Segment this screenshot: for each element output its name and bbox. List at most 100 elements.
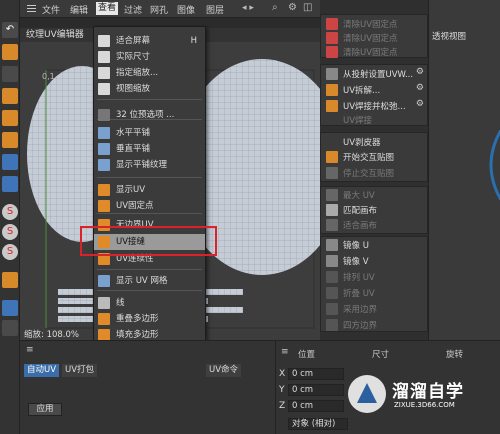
gear-icon[interactable]: ⚙	[416, 67, 424, 77]
search-icon[interactable]: ⌕	[272, 2, 278, 13]
watermark-logo-icon	[348, 375, 386, 413]
actual-size-icon	[98, 51, 110, 63]
stack-icon[interactable]	[2, 320, 18, 336]
panel-menu-icon[interactable]: ≡	[281, 347, 289, 357]
gear-icon[interactable]: ⚙	[288, 2, 297, 13]
maximize-icon[interactable]: ◫	[303, 2, 312, 13]
position-z-field[interactable]: 0 cm	[288, 400, 344, 412]
menu-mesh[interactable]: 网孔	[150, 3, 168, 16]
apply-button[interactable]: 应用	[28, 403, 62, 416]
object-preview	[489, 130, 500, 200]
checker-icon[interactable]	[2, 66, 18, 82]
zoom-level: 缩放: 108.0%	[24, 330, 79, 340]
uv-unwrap-button[interactable]: UV拆解...	[343, 84, 380, 96]
show-tiled-texture-icon	[98, 159, 110, 171]
bit-depth-icon	[98, 109, 110, 121]
tab-auto-uv[interactable]: 自动UV	[24, 364, 60, 377]
position-x-field[interactable]: 0 cm	[288, 368, 344, 380]
menu-item[interactable]: 垂直平铺	[94, 141, 205, 157]
menu-item-label: 视图缩放	[116, 84, 151, 94]
menu-item[interactable]: UV固定点	[94, 198, 205, 214]
interactive-map-icon	[326, 151, 338, 163]
menu-item-label: 指定缩放...	[116, 68, 159, 78]
stop-interactive-map-button[interactable]: 停止交互贴图	[343, 167, 394, 179]
hamburger-menu-icon[interactable]	[27, 5, 36, 12]
uv-points-icon[interactable]	[2, 154, 18, 170]
menu-view[interactable]: 查看	[96, 2, 119, 15]
show-uv-icon	[98, 184, 110, 196]
cube-faces-icon[interactable]	[2, 132, 18, 148]
coordinate-mode-select[interactable]: 对象 (相对)	[288, 418, 348, 430]
tile-horizontal-icon	[98, 127, 110, 139]
clear-pin-button[interactable]: 清除UV固定点	[343, 32, 398, 44]
set-uvw-from-projection-button[interactable]: 从投射设置UVW...	[343, 68, 413, 80]
lines-icon	[98, 297, 110, 309]
gear-icon[interactable]: ⚙	[416, 83, 424, 93]
menu-item-label: 重叠多边形	[116, 314, 159, 324]
view-zoom-icon	[98, 83, 110, 95]
cube-icon[interactable]	[2, 88, 18, 104]
menu-edit[interactable]: 编辑	[70, 3, 88, 16]
menu-item[interactable]: 适合屏幕 H	[94, 33, 205, 49]
size-header: 尺寸	[372, 350, 390, 360]
menu-item[interactable]: 显示 UV 网格	[94, 273, 205, 289]
menu-item[interactable]: 视图缩放	[94, 81, 205, 97]
nav-arrows-icon[interactable]: ◂ ▸	[242, 3, 254, 13]
uv-mirror-group: 镜像 U 镜像 V 排列 UV 折叠 UV 采用边界 四方边界	[320, 236, 428, 332]
mirror-v-icon	[326, 255, 338, 267]
uv-relax-group: UV剥皮器 开始交互贴图 停止交互贴图	[320, 132, 428, 182]
watermark-title: 溜溜自学	[392, 382, 464, 402]
fit-to-canvas-button[interactable]: 匹配画布	[343, 204, 377, 216]
use-border-button[interactable]: 采用边界	[343, 303, 377, 315]
clear-pin-button[interactable]: 清除UV固定点	[343, 18, 398, 30]
maximize-uv-button[interactable]: 最大 UV	[343, 189, 375, 201]
overlap-polygon-icon	[98, 313, 110, 325]
menu-item[interactable]: 指定缩放...	[94, 65, 205, 81]
menu-item[interactable]: 实际尺寸	[94, 49, 205, 65]
uv-fit-group: 最大 UV 匹配画布 适合画布	[320, 186, 428, 234]
menu-item-label: 水平平铺	[116, 128, 151, 138]
menu-item[interactable]: 水平平铺	[94, 125, 205, 141]
position-header: 位置	[298, 350, 316, 360]
menu-item[interactable]: 显示平铺纹理	[94, 157, 205, 173]
menu-item-label: 显示平铺纹理	[116, 160, 168, 170]
uv-peeler-button[interactable]: UV剥皮器	[343, 136, 381, 148]
menu-item[interactable]: 重叠多边形	[94, 311, 205, 327]
tab-uv-pack[interactable]: UV打包	[62, 364, 98, 377]
menu-file[interactable]: 文件	[42, 3, 60, 16]
mirror-v-button[interactable]: 镜像 V	[343, 255, 369, 267]
uv-weld-relax-button[interactable]: UV焊接并松弛...	[343, 100, 406, 112]
quad-border-button[interactable]: 四方边界	[343, 319, 377, 331]
position-y-field[interactable]: 0 cm	[288, 384, 344, 396]
snap-settings-icon[interactable]: S	[2, 224, 18, 240]
uv-weld-button[interactable]: UV焊接	[343, 114, 372, 126]
gear-icon[interactable]: ⚙	[416, 99, 424, 109]
fold-uv-button[interactable]: 折叠 UV	[343, 287, 375, 299]
perspective-viewport[interactable]: 透视视图	[428, 0, 500, 340]
tab-uv-commands[interactable]: UV命令	[206, 364, 242, 377]
menu-item[interactable]: 显示UV	[94, 182, 205, 198]
menu-item[interactable]: 32 位预选项 ...	[94, 107, 205, 123]
mirror-u-button[interactable]: 镜像 U	[343, 239, 369, 251]
snap-icon[interactable]: S	[2, 204, 18, 220]
cube-outline-icon[interactable]	[2, 110, 18, 126]
menu-item[interactable]: 线	[94, 295, 205, 311]
uv-project-group: 从投射设置UVW... ⚙ UV拆解... ⚙ UV焊接并松弛... ⚙ UV焊…	[320, 64, 428, 126]
fit-canvas-button[interactable]: 适合画布	[343, 219, 377, 231]
menu-item-shortcut: H	[190, 36, 197, 46]
panel-menu-icon[interactable]: ≡	[26, 345, 34, 355]
menu-image[interactable]: 图像	[177, 3, 195, 16]
snap-grid-icon[interactable]: S	[2, 244, 18, 260]
fit-canvas-icon	[326, 204, 338, 216]
uv-polygons-icon[interactable]	[2, 176, 18, 192]
texture-mode-icon[interactable]	[2, 44, 18, 60]
menu-layer[interactable]: 图层	[206, 3, 224, 16]
arrange-uv-button[interactable]: 排列 UV	[343, 271, 375, 283]
magnet-icon[interactable]	[2, 272, 18, 288]
undo-icon[interactable]: ↶	[2, 22, 18, 38]
clear-pin-button[interactable]: 清除UV固定点	[343, 46, 398, 58]
grid-layer-icon[interactable]	[2, 300, 18, 316]
menu-filter[interactable]: 过滤	[124, 3, 142, 16]
projection-icon	[326, 68, 338, 80]
start-interactive-map-button[interactable]: 开始交互贴图	[343, 151, 394, 163]
